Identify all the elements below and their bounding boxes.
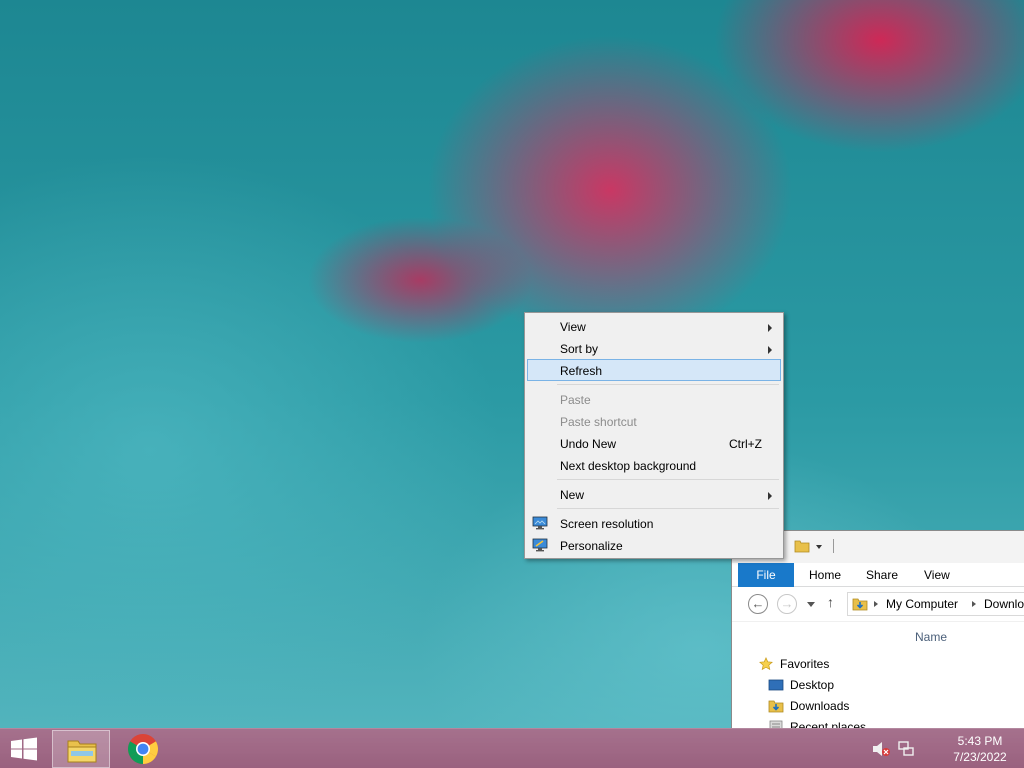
menu-item-sort-by[interactable]: Sort by [527, 337, 781, 359]
submenu-arrow-icon [768, 492, 772, 500]
menu-item-personalize[interactable]: Personalize [527, 534, 781, 556]
system-clock[interactable]: 5:43 PM 7/23/2022 [940, 733, 1020, 765]
nav-item-label: Recent places [790, 720, 867, 728]
toolbar-separator [833, 539, 834, 553]
nav-item-desktop[interactable]: Desktop [768, 675, 834, 695]
nav-item-label: Favorites [780, 657, 830, 671]
clock-date: 7/23/2022 [953, 750, 1007, 764]
quick-access-dropdown-icon[interactable] [816, 545, 822, 549]
explorer-content: Name Favorites Desktop Downloads Recent … [732, 621, 1024, 728]
nav-item-label: Desktop [790, 678, 835, 692]
folder-icon [67, 740, 97, 763]
menu-item-paste-shortcut[interactable]: Paste shortcut [527, 410, 781, 432]
tab-view[interactable]: View [924, 563, 950, 587]
tab-home[interactable]: Home [809, 563, 841, 587]
desktop-icon [768, 679, 784, 691]
clock-time: 5:43 PM [957, 734, 1003, 748]
desktop-context-menu: View Sort by Refresh Paste Paste shortcu… [524, 312, 784, 559]
address-bar[interactable]: My Computer Downloads [847, 592, 1024, 616]
taskbar-chrome-button[interactable] [114, 730, 172, 768]
menu-item-undo-new[interactable]: Undo New Ctrl+Z [527, 432, 781, 454]
address-toolbar: ← → ↑ My Computer Downloads [732, 587, 1024, 621]
submenu-arrow-icon [768, 324, 772, 332]
nav-item-recent-places[interactable]: Recent places [768, 717, 866, 728]
breadcrumb-chevron-icon[interactable] [874, 601, 878, 607]
back-button[interactable]: ← [748, 594, 768, 614]
menu-item-screen-resolution[interactable]: Screen resolution [527, 512, 781, 534]
submenu-arrow-icon [768, 346, 772, 354]
breadcrumb-chevron-icon[interactable] [972, 601, 976, 607]
star-icon [759, 657, 773, 671]
menu-item-next-desktop-background[interactable]: Next desktop background [527, 454, 781, 476]
breadcrumb-my-computer[interactable]: My Computer [886, 597, 958, 611]
volume-muted-icon[interactable] [872, 741, 890, 757]
downloads-folder-icon [852, 598, 868, 611]
tab-share[interactable]: Share [866, 563, 898, 587]
menu-separator [557, 479, 779, 480]
nav-item-label: Downloads [790, 699, 850, 713]
nav-item-downloads[interactable]: Downloads [768, 696, 849, 716]
windows-start-button[interactable] [6, 735, 42, 763]
taskbar: 5:43 PM 7/23/2022 [0, 728, 1024, 768]
nav-item-favorites[interactable]: Favorites [758, 654, 829, 674]
menu-item-refresh[interactable]: Refresh [527, 359, 781, 381]
personalize-icon [532, 538, 548, 552]
folder-icon[interactable] [794, 539, 810, 553]
shortcut-label: Ctrl+Z [729, 437, 762, 451]
monitor-icon [532, 516, 548, 530]
menu-separator [557, 508, 779, 509]
chrome-icon [128, 734, 158, 764]
recent-places-icon [769, 720, 783, 728]
up-button[interactable]: ↑ [827, 594, 834, 610]
menu-item-paste[interactable]: Paste [527, 388, 781, 410]
menu-item-view[interactable]: View [527, 315, 781, 337]
menu-separator [557, 384, 779, 385]
breadcrumb-downloads[interactable]: Downloads [984, 597, 1024, 611]
column-header-name[interactable]: Name [915, 630, 947, 644]
downloads-folder-icon [768, 700, 784, 713]
menu-item-new[interactable]: New [527, 483, 781, 505]
tab-file[interactable]: File [738, 563, 794, 587]
taskbar-file-explorer-button[interactable] [52, 730, 110, 768]
recent-locations-dropdown-icon[interactable] [807, 602, 815, 607]
ribbon-tabs: File Home Share View [732, 563, 1024, 587]
network-icon[interactable] [897, 740, 915, 758]
forward-button[interactable]: → [777, 594, 797, 614]
file-explorer-window[interactable]: File Home Share View ← → ↑ My Computer D… [731, 530, 1024, 728]
